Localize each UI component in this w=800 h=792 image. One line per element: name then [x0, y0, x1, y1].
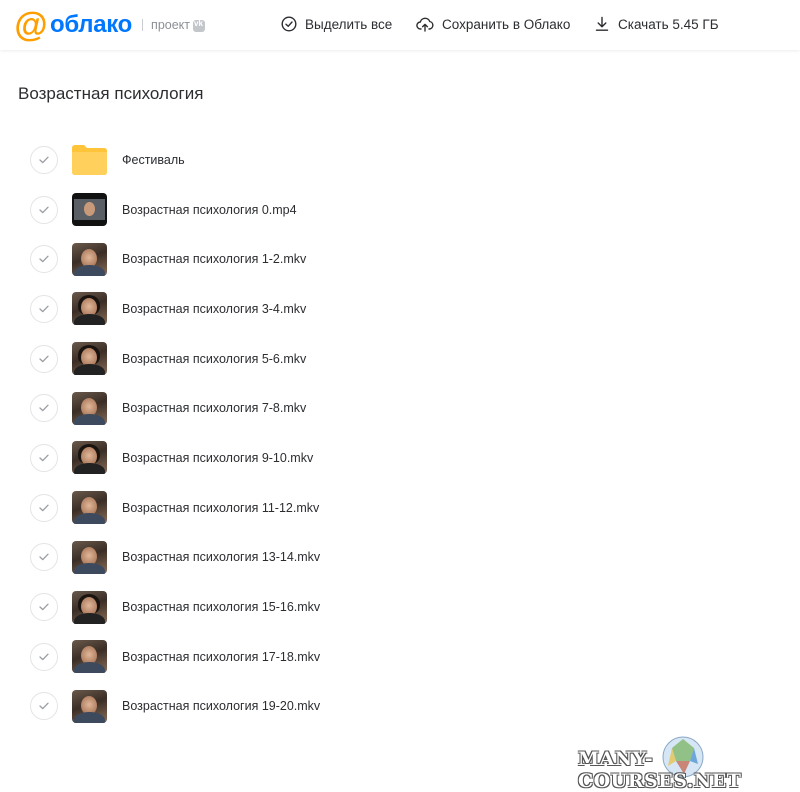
list-item[interactable]: Возрастная психология 7-8.mkv	[0, 383, 800, 433]
select-checkbox[interactable]	[30, 195, 58, 224]
check-icon	[39, 504, 49, 511]
file-name[interactable]: Возрастная психология 3-4.mkv	[122, 302, 306, 316]
select-checkbox[interactable]	[30, 145, 58, 174]
list-item[interactable]: Возрастная психология 11-12.mkv	[0, 483, 800, 533]
select-checkbox[interactable]	[30, 692, 58, 721]
select-checkbox[interactable]	[30, 493, 58, 522]
save-to-cloud-label: Сохранить в Облако	[442, 16, 571, 32]
select-all-button[interactable]: Выделить все	[281, 16, 392, 32]
logo-at-icon: @	[14, 6, 48, 44]
file-name[interactable]: Возрастная психология 0.mp4	[122, 203, 297, 217]
check-icon	[39, 702, 49, 710]
list-item[interactable]: Возрастная психология 15-16.mkv	[0, 582, 800, 632]
check-icon	[39, 305, 49, 313]
file-name[interactable]: Возрастная психология 19-20.mkv	[122, 699, 320, 713]
select-checkbox[interactable]	[30, 294, 58, 323]
select-all-label: Выделить все	[305, 16, 393, 32]
list-item[interactable]: Возрастная психология 17-18.mkv	[0, 632, 800, 682]
select-checkbox[interactable]	[30, 543, 58, 572]
logo-text: облако	[50, 11, 133, 38]
video-thumbnail	[72, 640, 107, 674]
check-icon	[39, 454, 49, 462]
list-item[interactable]: Возрастная психология 9-10.mkv	[0, 433, 800, 483]
top-bar: @ облако проект Выделить все Сохранить в…	[0, 0, 800, 50]
list-item[interactable]: Возрастная психология 1-2.mkv	[0, 234, 800, 284]
check-icon	[39, 255, 49, 263]
video-thumbnail	[72, 342, 107, 376]
list-item[interactable]: Фестиваль	[0, 135, 800, 185]
download-icon	[595, 16, 609, 31]
file-list: Фестиваль Возрастная психология 0.mp4 Возр…	[0, 135, 800, 731]
video-thumbnail	[72, 689, 107, 723]
select-checkbox[interactable]	[30, 642, 58, 671]
select-checkbox[interactable]	[30, 245, 58, 274]
logo-divider	[142, 19, 144, 31]
file-name[interactable]: Возрастная психология 17-18.mkv	[122, 650, 320, 664]
select-checkbox[interactable]	[30, 394, 58, 423]
file-name[interactable]: Возрастная психология 1-2.mkv	[122, 252, 306, 266]
download-button[interactable]: Скачать 5.45 ГБ	[594, 16, 719, 32]
list-item[interactable]: Возрастная психология 5-6.mkv	[0, 334, 800, 384]
video-thumbnail	[72, 590, 107, 624]
file-name[interactable]: Возрастная психология 7-8.mkv	[122, 401, 306, 415]
check-icon	[39, 355, 49, 362]
logo-subtitle: проект	[151, 18, 191, 32]
select-checkbox[interactable]	[30, 593, 58, 622]
folder-icon	[72, 143, 107, 176]
list-item[interactable]: Возрастная психология 3-4.mkv	[0, 284, 800, 334]
select-checkbox[interactable]	[30, 344, 58, 373]
check-icon	[39, 603, 49, 611]
video-thumbnail	[72, 242, 107, 276]
file-name[interactable]: Возрастная психология 13-14.mkv	[122, 550, 320, 564]
page-title: Возрастная психология	[18, 84, 204, 103]
video-thumbnail	[72, 193, 107, 227]
check-circle-icon	[281, 16, 297, 32]
file-name[interactable]: Возрастная психология 11-12.mkv	[122, 501, 319, 515]
vk-icon	[193, 19, 206, 32]
list-item[interactable]: Возрастная психология 13-14.mkv	[0, 533, 800, 583]
check-icon	[39, 553, 49, 561]
list-item[interactable]: Возрастная психология 0.mp4	[0, 185, 800, 235]
watermark-text: MANY-COURSES.NET	[578, 748, 742, 792]
file-name[interactable]: Возрастная психология 15-16.mkv	[122, 600, 320, 614]
video-thumbnail	[72, 391, 107, 425]
check-icon	[39, 653, 49, 660]
download-label: Скачать 5.45 ГБ	[618, 16, 719, 32]
video-thumbnail	[72, 491, 107, 525]
check-icon	[39, 206, 49, 213]
file-name[interactable]: Возрастная психология 9-10.mkv	[122, 451, 313, 465]
video-thumbnail	[72, 292, 107, 326]
video-thumbnail	[72, 441, 107, 475]
file-name[interactable]: Возрастная психология 5-6.mkv	[122, 352, 306, 366]
check-icon	[39, 156, 49, 164]
save-to-cloud-button[interactable]: Сохранить в Облако	[416, 16, 570, 32]
list-item[interactable]: Возрастная психология 19-20.mkv	[0, 682, 800, 732]
cloud-upload-icon	[416, 17, 434, 32]
logo[interactable]: @ облако проект	[14, 6, 206, 44]
file-name[interactable]: Фестиваль	[122, 153, 185, 167]
video-thumbnail	[72, 540, 107, 574]
check-icon	[39, 404, 49, 412]
select-checkbox[interactable]	[30, 443, 58, 472]
